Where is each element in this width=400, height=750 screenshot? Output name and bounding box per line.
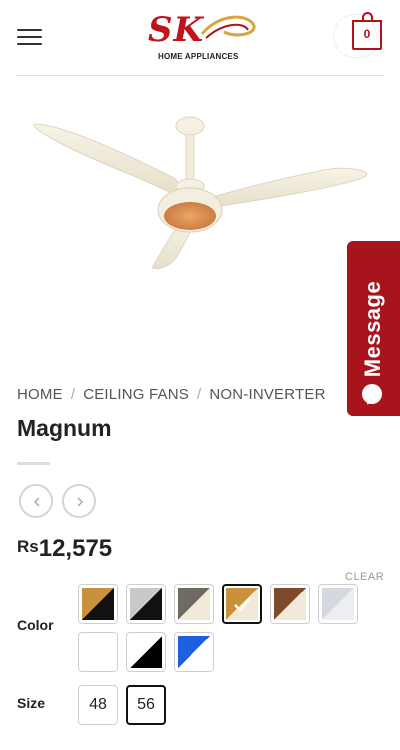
logo-subtitle: HOME APPLIANCES	[158, 52, 239, 61]
clear-selection-link[interactable]: CLEAR	[345, 571, 384, 583]
cart-button[interactable]: 0	[333, 12, 382, 58]
chevron-right-icon	[77, 497, 84, 507]
message-label: Message	[360, 280, 385, 378]
header-divider	[16, 75, 384, 76]
color-swatch-white[interactable]	[78, 632, 118, 672]
breadcrumb-ceiling-fans[interactable]: CEILING FANS	[83, 386, 189, 403]
title-divider	[17, 462, 50, 465]
chevron-left-icon	[33, 497, 40, 507]
brand-logo[interactable]: SK HOME APPLIANCES	[140, 8, 260, 66]
product-title: Magnum	[17, 415, 112, 441]
logo-text: SK	[148, 10, 205, 50]
cart-icon: 0	[352, 12, 382, 50]
breadcrumb-home[interactable]: HOME	[17, 386, 63, 403]
chat-bubble-icon	[362, 384, 382, 404]
color-swatch-wood-cream[interactable]	[222, 584, 262, 624]
next-product-button[interactable]	[62, 484, 96, 518]
message-chat-tab[interactable]: Message	[347, 241, 400, 416]
price-currency: Rs	[17, 537, 39, 556]
price-amount: 12,575	[38, 535, 113, 562]
menu-icon[interactable]	[17, 28, 42, 47]
size-option-56[interactable]: 56	[126, 685, 166, 725]
breadcrumb: HOME / CEILING FANS / NON-INVERTER	[17, 386, 326, 403]
product-price: Rs12,575	[17, 535, 112, 563]
color-swatch-white-black[interactable]	[126, 632, 166, 672]
color-swatch-walnut-cream[interactable]	[270, 584, 310, 624]
breadcrumb-non-inverter[interactable]: NON-INVERTER	[209, 386, 325, 403]
cart-count: 0	[363, 27, 371, 41]
selected-check-icon	[234, 597, 251, 612]
color-swatch-grey-cream[interactable]	[174, 584, 214, 624]
site-header: SK HOME APPLIANCES 0	[0, 0, 400, 76]
color-label: Color	[17, 617, 54, 633]
color-swatch-silver-white[interactable]	[318, 584, 358, 624]
product-image[interactable]	[24, 102, 374, 302]
size-label: Size	[17, 695, 46, 711]
previous-product-button[interactable]	[19, 484, 53, 518]
color-swatch-silver-black[interactable]	[126, 584, 166, 624]
color-swatch-wood-black[interactable]	[78, 584, 118, 624]
color-swatch-blue-white[interactable]	[174, 632, 214, 672]
size-option-48[interactable]: 48	[78, 685, 118, 725]
